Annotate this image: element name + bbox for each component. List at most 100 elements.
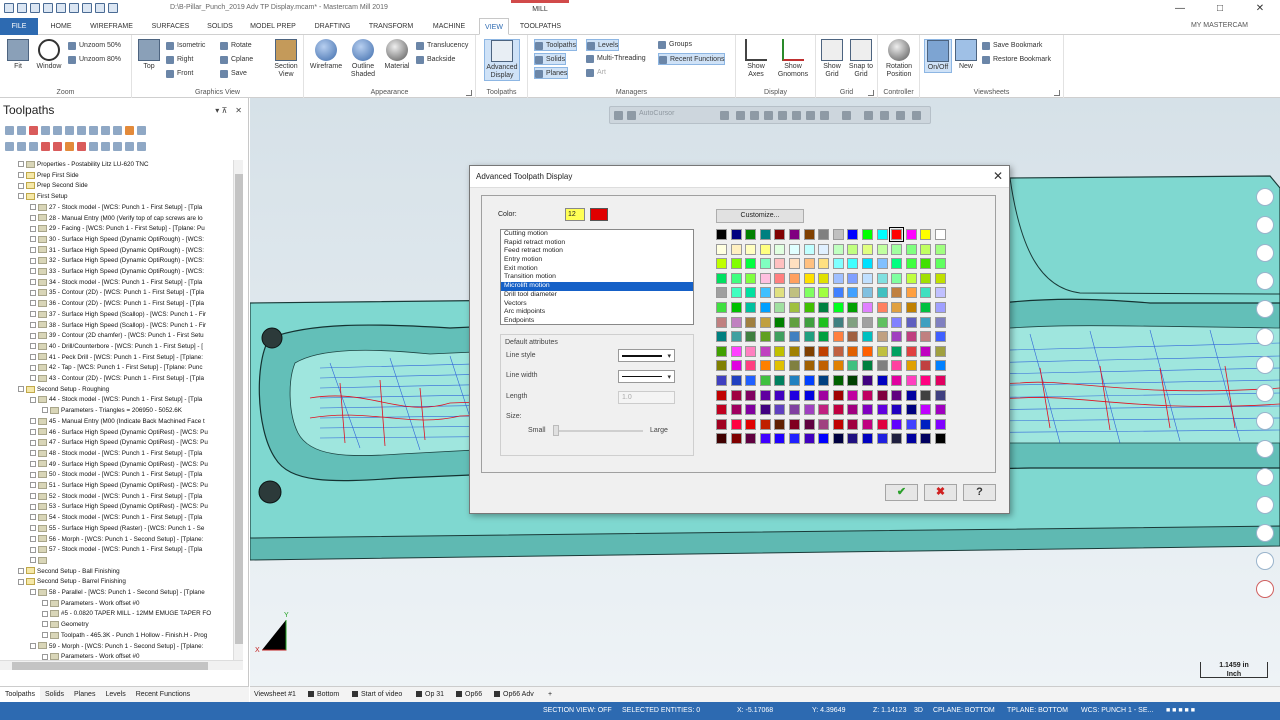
- color-cell[interactable]: [774, 287, 786, 299]
- highfeed-icon[interactable]: [101, 126, 110, 135]
- regenerate-icon[interactable]: [29, 126, 38, 135]
- show-gnomons-button[interactable]: Show Gnomons: [774, 39, 812, 79]
- tree-item[interactable]: 46 - Surface High Speed (Dynamic OptiRes…: [30, 428, 208, 439]
- tab-planes-manager[interactable]: Planes: [69, 687, 100, 702]
- grid-display-icon[interactable]: [842, 111, 851, 120]
- selection-filter-icon[interactable]: [864, 111, 873, 120]
- color-cell[interactable]: [832, 433, 844, 445]
- color-cell[interactable]: [730, 229, 742, 240]
- color-cell[interactable]: [934, 404, 946, 416]
- color-cell[interactable]: [803, 433, 815, 445]
- tab-start-of-video[interactable]: Start of video: [352, 687, 402, 702]
- color-cell[interactable]: [920, 389, 932, 401]
- expand-toggle-icon[interactable]: [18, 567, 24, 574]
- color-cell[interactable]: [759, 345, 771, 357]
- color-cell[interactable]: [832, 389, 844, 401]
- expand-toggle-icon[interactable]: [42, 621, 48, 628]
- color-cell[interactable]: [774, 374, 786, 386]
- section-view-status[interactable]: SECTION VIEW: OFF: [543, 702, 612, 720]
- color-cell[interactable]: [934, 374, 946, 386]
- color-cell[interactable]: [803, 272, 815, 284]
- expand-toggle-icon[interactable]: [30, 268, 36, 275]
- motion-type-item[interactable]: Vectors: [501, 300, 693, 309]
- select-all-icon[interactable]: [806, 111, 815, 120]
- color-cell[interactable]: [934, 229, 946, 240]
- select-chain-icon[interactable]: [720, 111, 729, 120]
- tree-item[interactable]: 41 - Peck Drill - [WCS: Punch 1 - First …: [30, 353, 203, 364]
- expand-toggle-icon[interactable]: [30, 460, 36, 467]
- color-cell[interactable]: [788, 258, 800, 270]
- view-right-icon[interactable]: [1256, 356, 1274, 374]
- viewsheets-on-off-toggle[interactable]: On/Off: [924, 39, 952, 73]
- color-cell[interactable]: [905, 360, 917, 372]
- color-cell[interactable]: [832, 301, 844, 313]
- tab-wireframe[interactable]: WIREFRAME: [84, 18, 139, 35]
- outline-shaded-button[interactable]: Outline Shaded: [346, 39, 380, 79]
- color-cell[interactable]: [920, 243, 932, 255]
- color-cell[interactable]: [891, 316, 903, 328]
- expand-toggle-icon[interactable]: [42, 407, 48, 414]
- expand-toggle-icon[interactable]: [30, 300, 36, 307]
- tree-item[interactable]: 44 - Stock model - [WCS: Punch 1 - First…: [30, 395, 202, 406]
- expand-toggle-icon[interactable]: [30, 343, 36, 350]
- color-cell[interactable]: [847, 243, 859, 255]
- color-cell[interactable]: [905, 301, 917, 313]
- tree-item[interactable]: Second Setup - Roughing: [18, 385, 109, 396]
- color-cell[interactable]: [745, 301, 757, 313]
- color-cell[interactable]: [788, 301, 800, 313]
- collapse-icon[interactable]: [125, 142, 134, 151]
- expand-toggle-icon[interactable]: [30, 375, 36, 382]
- expand-toggle-icon[interactable]: [30, 525, 36, 532]
- color-cell[interactable]: [905, 433, 917, 445]
- clear-icon[interactable]: [896, 111, 905, 120]
- color-cell[interactable]: [920, 404, 932, 416]
- color-cell[interactable]: [861, 374, 873, 386]
- color-cell[interactable]: [774, 331, 786, 343]
- color-cell[interactable]: [788, 389, 800, 401]
- tree-scroll-thumb[interactable]: [235, 174, 243, 644]
- color-cell[interactable]: [759, 243, 771, 255]
- color-cell[interactable]: [876, 404, 888, 416]
- insert-arrow-icon[interactable]: [65, 142, 74, 151]
- tree-item[interactable]: Second Setup - Ball Finishing: [18, 567, 120, 578]
- color-cell[interactable]: [832, 374, 844, 386]
- color-cell[interactable]: [876, 331, 888, 343]
- material-button[interactable]: Material: [382, 39, 412, 71]
- motion-type-list[interactable]: Cutting motion Rapid retract motion Feed r…: [500, 229, 694, 325]
- display-mode-icons[interactable]: ■ ■ ■ ■ ■: [1166, 702, 1195, 720]
- expand-toggle-icon[interactable]: [30, 482, 36, 489]
- color-cell[interactable]: [905, 287, 917, 299]
- expand-toggle-icon[interactable]: [18, 578, 24, 585]
- expand-toggle-icon[interactable]: [30, 450, 36, 457]
- open-file-icon[interactable]: [17, 3, 27, 13]
- tree-item[interactable]: 35 - Contour (2D) - [WCS: Punch 1 - Firs…: [30, 288, 204, 299]
- color-cell[interactable]: [818, 316, 830, 328]
- minimize-button[interactable]: —: [1160, 0, 1200, 18]
- pan-icon[interactable]: [1256, 216, 1274, 234]
- color-cell[interactable]: [818, 272, 830, 284]
- color-cell[interactable]: [818, 258, 830, 270]
- color-cell[interactable]: [759, 287, 771, 299]
- motion-type-item[interactable]: Transition motion: [501, 273, 693, 282]
- color-cell[interactable]: [905, 389, 917, 401]
- color-cell[interactable]: [861, 360, 873, 372]
- color-cell[interactable]: [934, 433, 946, 445]
- color-cell[interactable]: [920, 331, 932, 343]
- color-cell[interactable]: [730, 389, 742, 401]
- color-cell[interactable]: [788, 287, 800, 299]
- color-cell[interactable]: [905, 316, 917, 328]
- color-cell[interactable]: [876, 258, 888, 270]
- select-area-icon[interactable]: [764, 111, 773, 120]
- color-cell[interactable]: [920, 374, 932, 386]
- tab-solids-manager[interactable]: Solids: [40, 687, 69, 702]
- color-cell[interactable]: [891, 272, 903, 284]
- expand-toggle-icon[interactable]: [18, 172, 24, 179]
- tree-item[interactable]: 34 - Stock model - [WCS: Punch 1 - First…: [30, 278, 202, 289]
- expand-toggle-icon[interactable]: [42, 600, 48, 607]
- color-cell[interactable]: [803, 374, 815, 386]
- color-cell[interactable]: [716, 243, 727, 255]
- expand-toggle-icon[interactable]: [42, 653, 48, 660]
- color-cell[interactable]: [847, 272, 859, 284]
- refresh-icon[interactable]: [880, 111, 889, 120]
- planes-manager-toggle[interactable]: Planes: [534, 67, 569, 79]
